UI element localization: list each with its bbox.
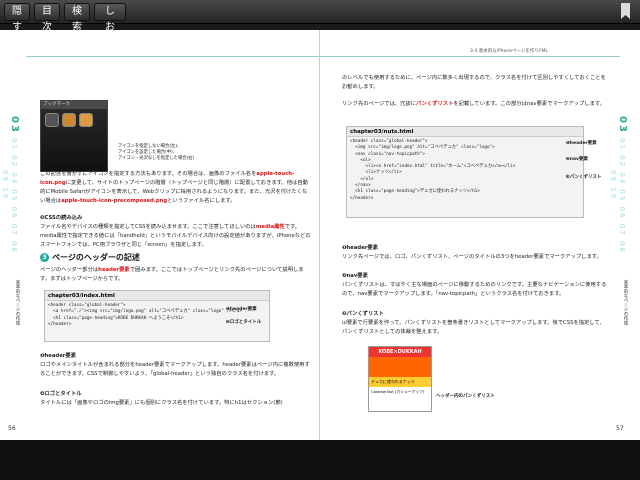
code-listing: chapter03/index.html <header class="glob… [44,290,270,342]
body-paragraph: ロゴやメインタイトルが含まれる部分をheader要素でマークアップします。hea… [40,362,310,377]
chapter-side-label: 基本的なページの作成 [15,280,20,325]
bookmark-button[interactable]: しおり [94,3,126,49]
body-paragraph: パンくずリストは、すばやく主な場面のページに移動するためのリンクです。主要なナビ… [342,282,607,297]
body-paragraph: のレベルでも使用するために、ページ内に数多く出現するので、クラス名を付けて区別し… [342,75,606,90]
sample-logo: KOBE×DUKKAH [369,347,431,357]
app-icon [62,113,76,127]
subheading: ❷ロゴとタイトル [40,391,82,397]
callout-label: ❶header要素 [566,141,597,146]
phone-icon-row [41,109,107,131]
page-number: 56 [8,425,16,432]
hide-button[interactable]: 隠す [4,3,30,33]
bottom-bar [0,440,640,480]
subheading: ❶header要素 [342,245,379,251]
reader-toolbar: 隠す 目次 検索 しおり [0,0,640,49]
phone-caption: アイコンを指定しない場合(左)、 アイコンを設定した場合(中)、 アイコン・光沢なし… [118,144,195,161]
chapter-tab: 03 01 02 04 05 06 07 08 09 10 [609,116,628,254]
header-sample-image: KOBE×DUKKAH デュカに使われるナッツ Cashew Nut (カシュー… [368,346,432,412]
image-caption: ヘッダー内のパンくずリスト [436,394,495,399]
body-paragraph: ファイル名やデバイスの種類を指定してCSSを読み込ませます。ここで注意してほしい… [40,224,311,248]
running-header: 3-3 基本的なiPhoneページを作りFML [470,49,548,54]
subheading: ❸CSSの読み込み [40,215,83,221]
chapter-tab: 03 01 02 04 05 06 07 08 09 10 [1,116,20,254]
sample-footer: Cashew Nut (カシューナッツ) [371,389,425,394]
code-title: chapter03/index.html [45,291,269,301]
subheading: ❷nav要素 [342,273,368,279]
sample-banner [369,357,431,377]
sample-subtitle: デュカに使われるナッツ [369,377,431,387]
section-marker-icon: 3 [40,253,49,262]
body-paragraph: リンク先のページでは、冗談にパンくずリストを記載しています。この部分はnav要素… [342,101,605,107]
callout-label: ❶header要素 [226,307,257,312]
header-rule [320,56,620,57]
app-icon [45,113,59,127]
toc-button[interactable]: 目次 [34,3,60,33]
subheading: ❶header要素 [40,353,77,359]
body-paragraph: タイトルには「画像やロゴのimg要素」にも個別にクラス名を付けています。特にh1… [40,400,283,406]
callout-label: ❷ロゴとタイトル [226,320,262,325]
search-button[interactable]: 検索 [64,3,90,33]
book-spread: 03 01 02 04 05 06 07 08 09 10 基本的なページの作成… [0,30,640,440]
chapter-side-label: 基本的なページの作成 [623,280,628,325]
code-listing: chapter03/nuts.html <header class="globa… [346,126,584,218]
bookmark-ribbon-icon[interactable] [621,3,630,19]
code-title: chapter03/nuts.html [347,127,583,137]
phone-screenshot: ブックマーク [40,100,108,172]
header-rule [26,56,319,57]
callout-label: ❸パンくずリスト [566,175,602,180]
page-number: 57 [616,425,624,432]
callout-label: ❷nav要素 [566,157,588,162]
subheading: ❸パンくずリスト [342,311,384,317]
body-paragraph: リンク先ページでは、ロゴ、パンくずリスト、ページのタイトルの3つをheader要… [342,254,602,260]
body-paragraph: この記述を書かずにアイコンを指定する方法もあります。その場合は、画像のファイル名… [40,171,308,204]
reader-app: 隠す 目次 検索 しおり 03 01 02 04 05 06 07 08 09 … [0,0,640,480]
body-paragraph: ページのヘッダー部分はheader要素で囲みます。ここではトップページとリンク先… [40,267,304,282]
phone-header: ブックマーク [41,101,107,109]
left-page: 03 01 02 04 05 06 07 08 09 10 基本的なページの作成… [0,30,320,440]
section-heading: 3 ページのヘッダーの記述 [40,252,140,263]
app-icon [79,113,93,127]
body-paragraph: ul要素で行要素を作って、パンくずリストを箇条書きリストとしてマークアップします… [342,320,605,335]
code-body: <header class="global-header"> <img src=… [350,139,516,201]
right-page: 3-3 基本的なiPhoneページを作りFML 03 01 02 04 05 0… [320,30,640,440]
